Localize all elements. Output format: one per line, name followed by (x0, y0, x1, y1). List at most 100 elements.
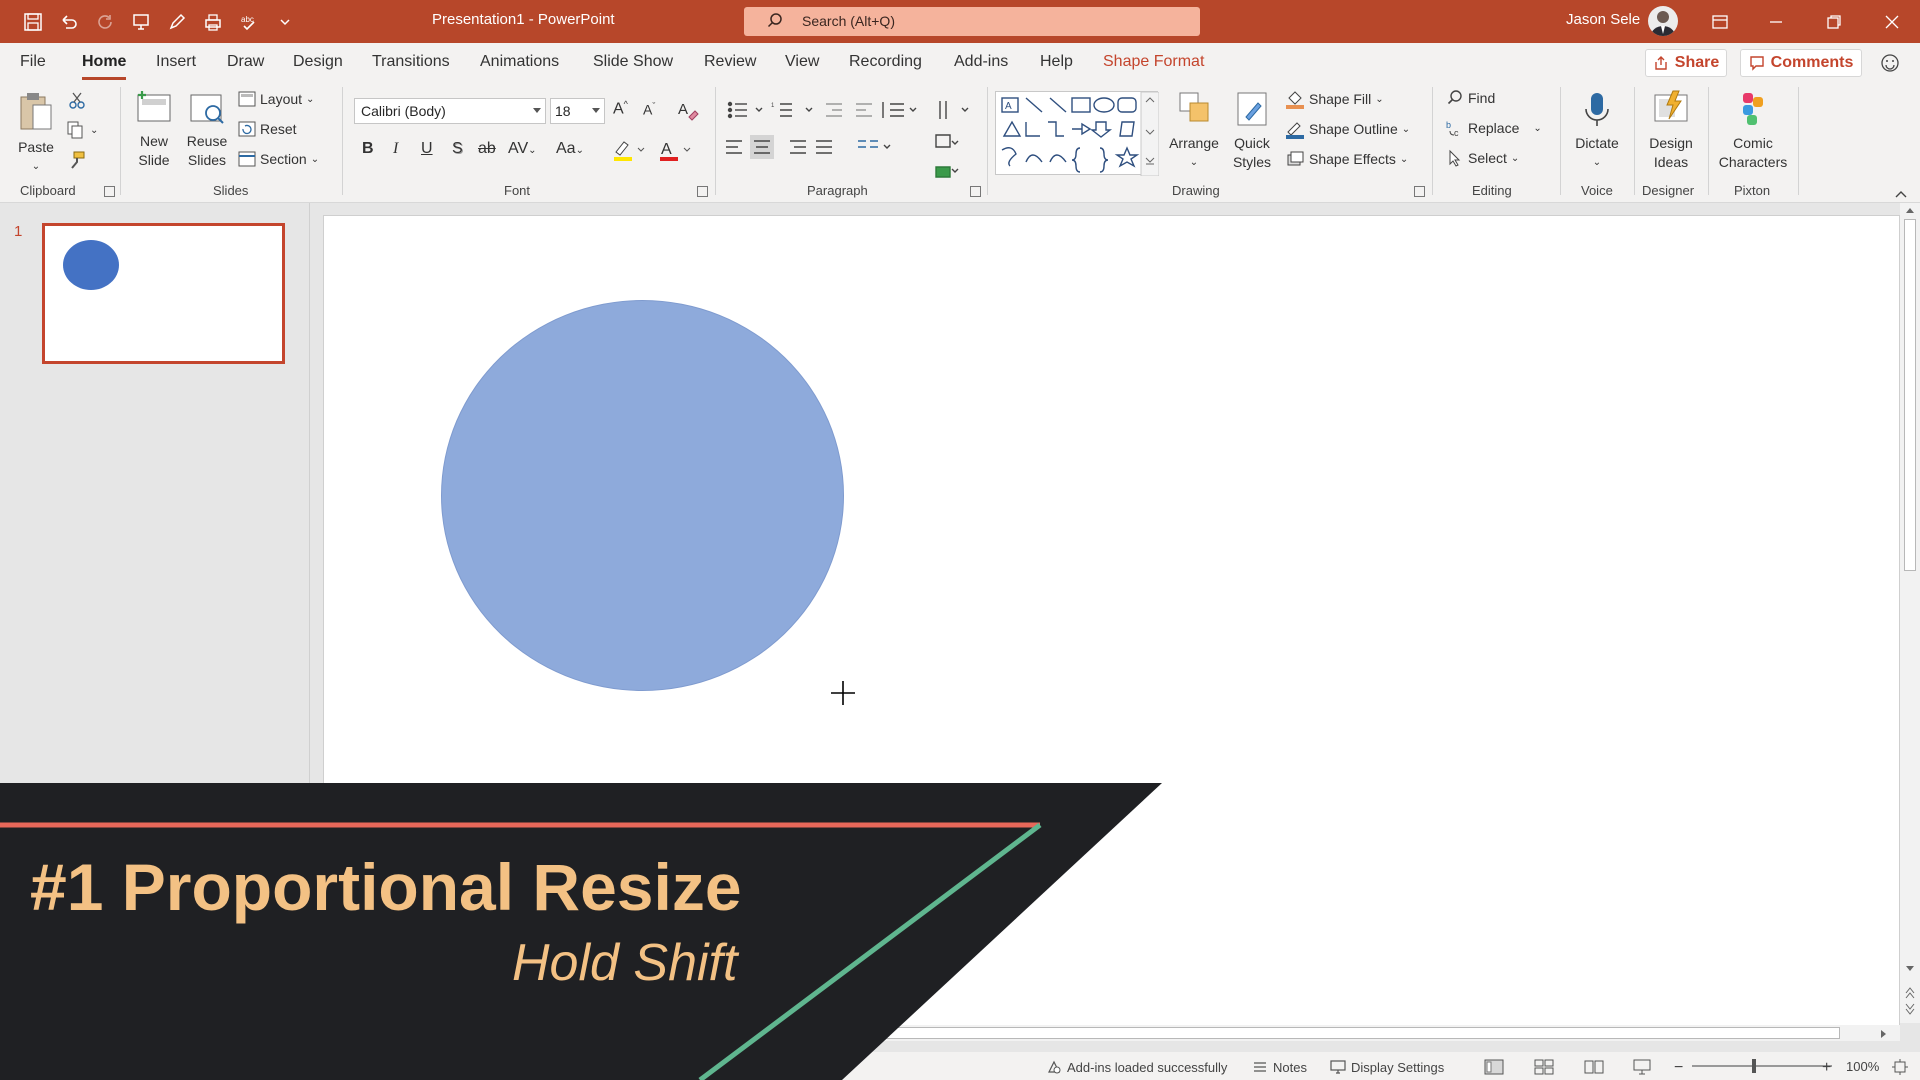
tab-draw[interactable]: Draw (227, 53, 264, 71)
reset-button[interactable]: Reset (238, 121, 297, 137)
tab-slide-show[interactable]: Slide Show (593, 53, 673, 71)
undo-button[interactable] (54, 8, 84, 36)
format-painter-button[interactable] (68, 151, 86, 169)
copy-button[interactable]: ⌄ (66, 121, 98, 139)
new-slide-button[interactable]: New Slide (128, 89, 180, 170)
scroll-down-icon[interactable] (1905, 965, 1915, 973)
cut-button[interactable] (68, 91, 86, 109)
clear-formatting-button[interactable]: A (677, 99, 699, 126)
search-input[interactable]: Search (Alt+Q) (744, 7, 1200, 36)
previous-slide-icon[interactable] (1905, 987, 1915, 999)
spelling-button[interactable]: abc (234, 8, 264, 36)
presenter-button[interactable] (126, 8, 156, 36)
strikethrough-button[interactable]: ab (478, 140, 496, 158)
font-launcher-button[interactable] (697, 186, 708, 197)
design-ideas-button[interactable]: Design Ideas (1638, 89, 1704, 172)
feedback-smiley-icon[interactable] (1880, 53, 1900, 73)
zoom-slider[interactable] (1692, 1059, 1832, 1073)
notes-button[interactable]: Notes (1252, 1059, 1307, 1075)
scroll-up-icon[interactable] (1905, 206, 1915, 214)
change-case-button[interactable]: Aa⌄ (556, 140, 584, 158)
comments-button[interactable]: Comments (1740, 49, 1862, 77)
select-button[interactable]: Select ⌄ (1446, 149, 1519, 167)
tab-home[interactable]: Home (82, 53, 127, 80)
section-button[interactable]: Section ⌄ (238, 151, 319, 167)
italic-button[interactable]: I (393, 140, 398, 158)
tab-file[interactable]: File (20, 53, 46, 71)
draw-button[interactable] (162, 8, 192, 36)
restore-button[interactable] (1806, 0, 1862, 43)
font-color-button[interactable]: A (658, 138, 692, 167)
vertical-scroll-thumb[interactable] (1904, 219, 1916, 571)
next-slide-icon[interactable] (1905, 1003, 1915, 1015)
normal-view-button[interactable] (1484, 1059, 1504, 1075)
reading-view-button[interactable] (1584, 1059, 1604, 1075)
circle-shape[interactable] (441, 300, 844, 691)
tab-recording[interactable]: Recording (849, 53, 922, 71)
slide-thumbnail[interactable] (42, 223, 285, 364)
layout-button[interactable]: Layout ⌄ (238, 91, 314, 107)
quick-styles-button[interactable]: Quick Styles (1226, 89, 1278, 172)
thumbnail-circle-shape (63, 240, 119, 290)
decrease-font-size-button[interactable]: Aˇ (643, 101, 655, 118)
paragraph-launcher-button[interactable] (970, 186, 981, 197)
shape-outline-button[interactable]: Shape Outline ⌄ (1285, 119, 1410, 139)
font-size-combobox[interactable]: 18 (550, 98, 605, 124)
ribbon-display-button[interactable] (1692, 0, 1748, 43)
zoom-out-button[interactable]: − (1674, 1059, 1683, 1077)
increase-font-size-button[interactable]: A^ (613, 99, 628, 118)
share-button[interactable]: Share (1645, 49, 1727, 77)
font-name-combobox[interactable]: Calibri (Body) (354, 98, 546, 124)
shapes-gallery[interactable]: A (995, 91, 1160, 177)
collapse-ribbon-icon[interactable] (1894, 189, 1908, 199)
zoom-level[interactable]: 100% (1846, 1059, 1879, 1074)
reuse-slides-button[interactable]: Reuse Slides (184, 89, 230, 170)
tab-view[interactable]: View (785, 53, 819, 71)
arrange-button[interactable]: Arrange ⌄ (1166, 89, 1222, 172)
tab-help[interactable]: Help (1040, 53, 1073, 71)
tab-add-ins[interactable]: Add-ins (954, 53, 1008, 71)
find-button[interactable]: Find (1446, 89, 1495, 107)
tab-shape-format[interactable]: Shape Format (1103, 53, 1204, 71)
paste-button[interactable]: Paste ⌄ (14, 91, 58, 176)
customize-qat-button[interactable] (270, 8, 300, 36)
slide-sorter-button[interactable] (1534, 1059, 1554, 1075)
dictate-button[interactable]: Dictate ⌄ (1566, 89, 1628, 172)
text-shadow-button[interactable]: S (452, 140, 463, 158)
close-button[interactable] (1864, 0, 1920, 43)
redo-button[interactable] (90, 8, 120, 36)
comic-characters-button[interactable]: Comic Characters (1712, 89, 1794, 172)
drawing-launcher-button[interactable] (1414, 186, 1425, 197)
reuse-label-1: Reuse (186, 133, 228, 149)
arrange-label: Arrange (1169, 135, 1219, 151)
vertical-scrollbar[interactable] (1900, 203, 1920, 1023)
zoom-in-button[interactable]: + (1822, 1059, 1831, 1077)
underline-button[interactable]: U (421, 140, 433, 158)
tab-insert[interactable]: Insert (156, 53, 196, 71)
divider (1708, 87, 1709, 195)
fit-slide-button[interactable] (1892, 1059, 1908, 1075)
highlight-color-button[interactable] (612, 138, 646, 167)
save-button[interactable] (18, 8, 48, 36)
paragraph-controls[interactable]: 1 (726, 97, 986, 187)
character-spacing-button[interactable]: AV⌄ (508, 140, 537, 158)
slide-show-button[interactable] (1632, 1059, 1652, 1075)
design-ideas-label-2: Ideas (1653, 154, 1689, 170)
shape-effects-button[interactable]: Shape Effects ⌄ (1285, 149, 1408, 169)
zoom-slider-thumb[interactable] (1752, 1059, 1756, 1073)
ribbon-display-icon (1712, 14, 1728, 29)
avatar[interactable] (1648, 6, 1678, 36)
tab-review[interactable]: Review (704, 53, 756, 71)
user-name[interactable]: Jason Sele (1566, 11, 1640, 28)
replace-button[interactable]: bc Replace ⌄ (1446, 119, 1542, 137)
clipboard-launcher-button[interactable] (104, 186, 115, 197)
scroll-right-icon[interactable] (1880, 1029, 1888, 1039)
minimize-button[interactable] (1748, 0, 1804, 43)
display-settings-button[interactable]: Display Settings (1330, 1059, 1444, 1075)
bold-button[interactable]: B (362, 140, 374, 158)
tab-animations[interactable]: Animations (480, 53, 559, 71)
tab-design[interactable]: Design (293, 53, 343, 71)
print-button[interactable] (198, 8, 228, 36)
shape-fill-button[interactable]: Shape Fill ⌄ (1285, 89, 1384, 109)
tab-transitions[interactable]: Transitions (372, 53, 450, 71)
